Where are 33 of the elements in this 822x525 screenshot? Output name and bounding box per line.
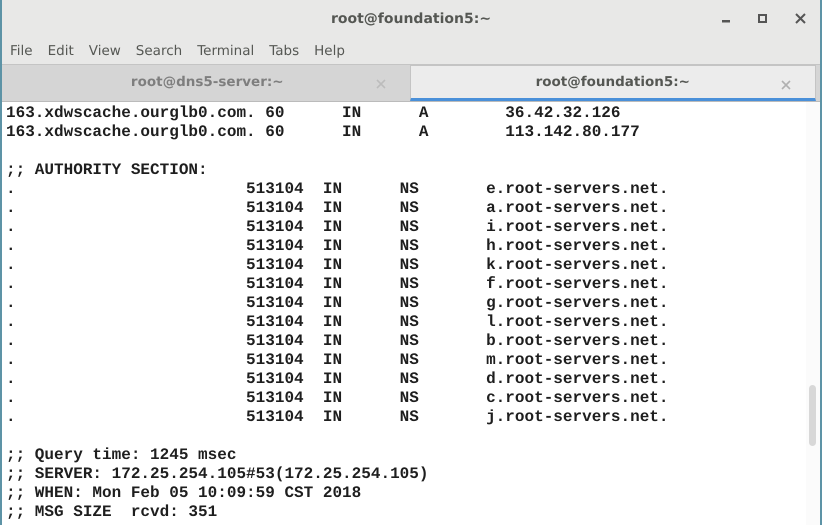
terminal-line: . 513104 IN NS h.root-servers.net. [6,237,670,256]
close-icon[interactable] [795,13,806,24]
terminal-line: . 513104 IN NS c.root-servers.net. [6,389,670,408]
terminal-line: ;; AUTHORITY SECTION: [6,161,209,180]
menu-item[interactable]: File [10,43,33,59]
terminal-line: . 513104 IN NS k.root-servers.net. [6,256,670,275]
terminal-line: . 513104 IN NS a.root-servers.net. [6,199,670,218]
terminal-line: . 513104 IN NS f.root-servers.net. [6,275,670,294]
terminal-line: . 513104 IN NS b.root-servers.net. [6,332,670,351]
maximize-icon[interactable] [758,14,767,23]
terminal-line: . 513104 IN NS j.root-servers.net. [6,408,670,427]
terminal-line: . 513104 IN NS l.root-servers.net. [6,313,670,332]
menu-item[interactable]: Edit [48,43,74,59]
terminal-line: . 513104 IN NS m.root-servers.net. [6,351,670,370]
terminal-tab[interactable]: root@foundation5:~ [410,65,816,101]
window-title: root@foundation5:~ [330,11,492,27]
menu-item[interactable]: View [88,43,121,59]
terminal-line: . 513104 IN NS i.root-servers.net. [6,218,670,237]
menu-item[interactable]: Tabs [269,43,300,59]
terminal-line: ;; MSG SIZE rcvd: 351 [6,503,218,522]
menu-item[interactable]: Terminal [197,43,254,59]
terminal-line: ;; SERVER: 172.25.254.105#53(172.25.254.105) [6,465,430,484]
minimize-icon[interactable] [722,20,730,23]
terminal-line: ;; WHEN: Mon Feb 05 10:09:59 CST 2018 [6,484,362,503]
terminal-line: 163.xdwscache.ourglb0.com. 60 IN A 113.142.80.177 [6,123,641,142]
terminal-line: . 513104 IN NS g.root-servers.net. [6,294,670,313]
scrollbar-thumb[interactable] [809,385,816,446]
menu-item[interactable]: Search [136,43,182,59]
terminal-line: 163.xdwscache.ourglb0.com. 60 IN A 36.42.32.126 [6,104,622,123]
terminal-line: . 513104 IN NS e.root-servers.net. [6,180,670,199]
menu-item[interactable]: Help [314,43,345,59]
terminal-line: ;; Query time: 1245 msec [6,446,238,465]
terminal-line: . 513104 IN NS d.root-servers.net. [6,370,670,389]
